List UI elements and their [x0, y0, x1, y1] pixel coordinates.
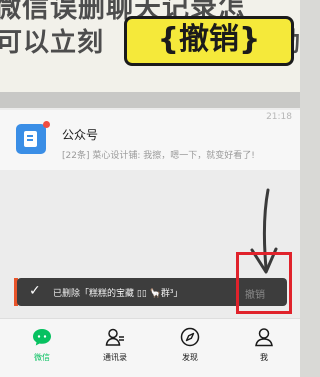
nav-label-discover: 发现 [182, 353, 198, 362]
nav-item-chats[interactable]: 微信 [12, 319, 72, 377]
check-icon: ✓ [29, 283, 41, 299]
nav-item-contacts[interactable]: 通讯录 [85, 319, 145, 377]
nav-item-me[interactable]: 我 [234, 319, 294, 377]
caption-line-2-text: 可以立刻 [0, 28, 105, 58]
undo-highlight-box [236, 252, 292, 314]
nav-item-discover[interactable]: 发现 [160, 319, 220, 377]
toast-message: 已删除「糕糕的宝藏 ▯▯ 🦙群³」 [53, 289, 183, 299]
chat-bubble-icon [33, 329, 51, 346]
unread-dot [43, 121, 50, 128]
status-area [0, 92, 300, 108]
undo-callout-label: {撤销} [124, 16, 294, 66]
chat-name: 公众号 [62, 128, 99, 142]
toast-message-tail: 🦙群³」 [149, 289, 183, 299]
nav-label-chats: 微信 [34, 353, 50, 362]
compass-icon [180, 327, 200, 347]
contacts-icon [105, 328, 124, 346]
bottom-nav: 微信 通讯录 发现 我 [0, 318, 300, 377]
caption-banner: 微信误删聊天记录怎 可以立刻呦 {撤销} [0, 0, 300, 92]
chat-time: 21:18 [266, 112, 292, 122]
chat-list-item[interactable]: 公众号 21:18 [22条] 菜心设计铺: 我擦，嗯一下，就变好看了! [0, 110, 300, 170]
person-icon [255, 328, 273, 347]
document-icon [24, 131, 37, 147]
toast-message-text: 已删除「糕糕的宝藏 [53, 289, 135, 299]
phone-screen: 公众号 21:18 [22条] 菜心设计铺: 我擦，嗯一下，就变好看了! ✓ 已… [0, 92, 300, 377]
chat-preview: [22条] 菜心设计铺: 我擦，嗯一下，就变好看了! [62, 151, 255, 161]
nav-label-contacts: 通讯录 [103, 353, 127, 362]
nav-label-me: 我 [260, 353, 268, 362]
official-account-icon [16, 124, 46, 154]
